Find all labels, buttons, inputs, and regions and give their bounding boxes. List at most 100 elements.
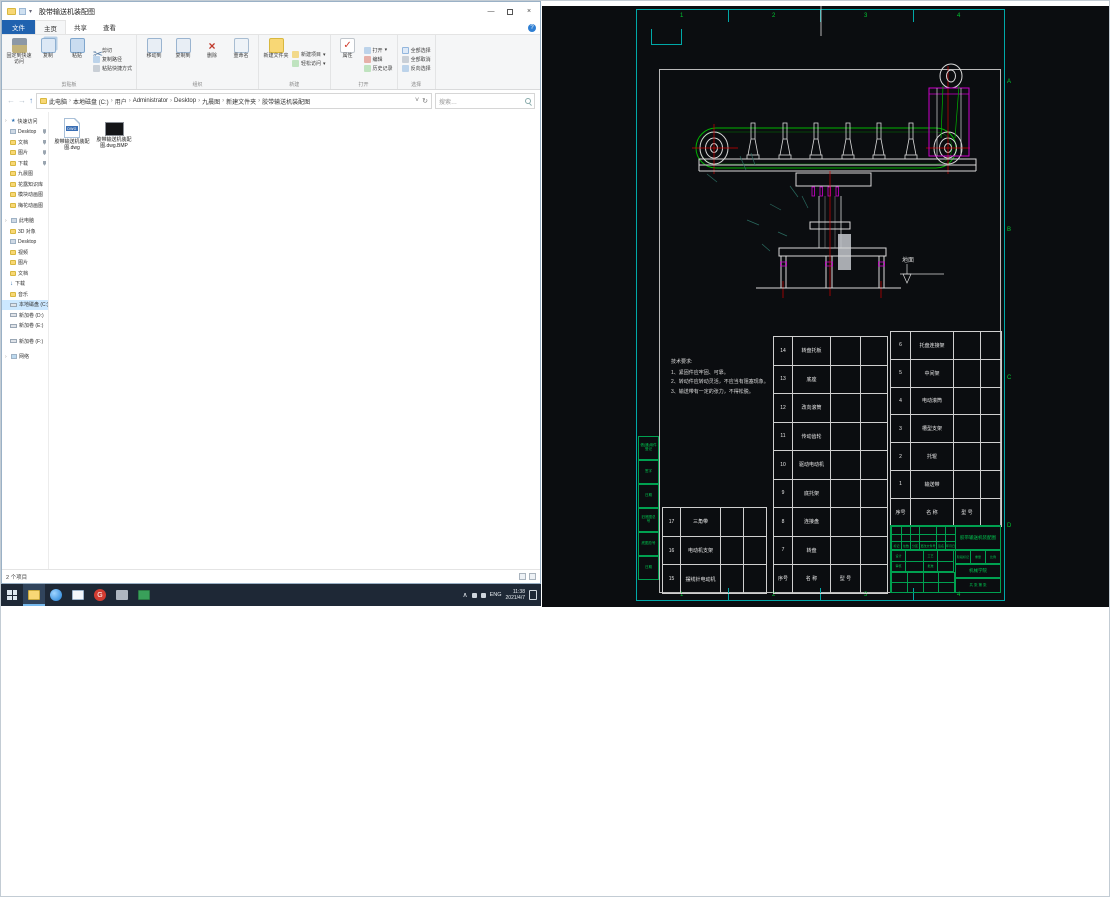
sidebar-item-volume-f[interactable]: 新加卷 (F:) — [2, 336, 48, 347]
clock[interactable]: 11:38 2021/4/7 — [506, 589, 525, 602]
sidebar-item-folder[interactable]: 梅花动画图 — [2, 200, 48, 211]
forward-button[interactable]: → — [18, 97, 26, 105]
taskbar-explorer-button[interactable] — [23, 584, 45, 606]
sidebar-item-desktop-qa[interactable]: Desktop — [2, 127, 48, 138]
sidebar-item-folder[interactable]: 模块动画图 — [2, 190, 48, 201]
taskbar-gray-app-button[interactable] — [111, 584, 133, 606]
help-icon[interactable]: ? — [528, 23, 536, 32]
maximize-icon — [507, 8, 513, 15]
sidebar-item-videos[interactable]: 视频 — [2, 247, 48, 258]
copy-path-button[interactable]: 复制路径 — [93, 55, 132, 63]
delete-button[interactable]: × 删除 — [199, 38, 225, 80]
rename-button[interactable]: 重命名 — [228, 38, 254, 80]
titleblock-label: 签名 — [937, 542, 946, 550]
address-bar[interactable]: 此电脑 › 本地磁盘 (C:) › 用户 › Administrator › Deskt… — [36, 93, 432, 109]
qat-button-icon[interactable] — [19, 8, 26, 15]
taskbar-browser-button[interactable] — [45, 584, 67, 606]
tab-home[interactable]: 主页 — [35, 20, 66, 34]
breadcrumb-item[interactable]: 胶带输送机装配图 — [262, 97, 310, 106]
copy-path-icon — [93, 55, 100, 63]
cad-viewport[interactable]: 1 2 3 4 1 2 3 4 A B C D 借(通)用件登记 签字 日期 旧… — [542, 6, 1109, 607]
sidebar-item-folder[interactable]: 花露知识库 — [2, 179, 48, 190]
copy-to-button[interactable]: 复制到 — [170, 38, 196, 80]
qat-customize-arrow-icon[interactable]: ▾ — [29, 9, 32, 15]
titleblock-label: 阶段标记 — [956, 551, 971, 564]
minimize-button[interactable]: — — [482, 5, 500, 19]
taskbar-green-app-button[interactable] — [133, 584, 155, 606]
quick-access-toolbar[interactable]: ▾ — [4, 8, 35, 15]
sidebar-item-volume-d[interactable]: 新加卷 (D:) — [2, 310, 48, 321]
move-to-button[interactable]: 移动到 — [141, 38, 167, 80]
refresh-icon[interactable]: ↻ — [422, 97, 428, 105]
bom-cell — [861, 394, 888, 423]
edit-button[interactable]: 编辑 — [363, 55, 393, 63]
technical-notes: 技术要求: 1、紧固件应牢固、可靠。 2、转动件应转动灵活，不应当有阻塞现象。 … — [671, 358, 772, 397]
invert-selection-button[interactable]: 反向选择 — [401, 64, 431, 72]
notification-icon[interactable] — [529, 590, 537, 600]
pin-icon — [43, 129, 46, 135]
breadcrumb-item[interactable]: 用户 — [115, 97, 127, 106]
ribbon-group-organize: 移动到 复制到 × 删除 重命名 组织 — [137, 35, 260, 89]
title-bar[interactable]: ▾ 胶带输送机装配图 — × — [2, 2, 540, 21]
select-none-button[interactable]: 全部取消 — [401, 55, 431, 63]
file-item-bmp[interactable]: 胶带输送机装配图.dwg.BMP — [95, 118, 133, 149]
breadcrumb-item[interactable]: 此电脑 — [49, 97, 67, 106]
back-button[interactable]: ← — [7, 97, 15, 105]
file-item-dwg[interactable]: DWG 胶带输送机装配图.dwg — [53, 118, 91, 151]
start-button[interactable] — [1, 584, 23, 606]
sidebar-item-volume-e[interactable]: 新加卷 (E:) — [2, 321, 48, 332]
sidebar-item-local-disk-c[interactable]: 本地磁盘 (C:) — [2, 299, 48, 310]
paste-button[interactable]: 粘贴 — [64, 38, 90, 80]
up-button[interactable]: ↑ — [29, 97, 33, 105]
sidebar-this-pc[interactable]: › 此电脑 — [2, 216, 48, 227]
pin-to-quick-access-button[interactable]: 固定到快速访问 — [6, 38, 32, 80]
thumbnail-view-icon[interactable] — [529, 573, 536, 580]
sidebar-item-downloads[interactable]: ↓ 下载 — [2, 279, 48, 290]
open-button[interactable]: 打开 ▾ — [363, 46, 393, 54]
breadcrumb-item[interactable]: 新建文件夹 — [226, 97, 256, 106]
breadcrumb-item[interactable]: 本地磁盘 (C:) — [73, 97, 109, 106]
details-view-icon[interactable] — [519, 573, 526, 580]
history-button[interactable]: 历史记录 — [363, 64, 393, 72]
new-folder-button[interactable]: 新建文件夹 — [263, 38, 289, 80]
folder-icon — [10, 228, 16, 234]
bom-row: 5 中间架 — [891, 359, 1002, 388]
maximize-button[interactable] — [501, 5, 519, 19]
language-indicator[interactable]: ENG — [490, 592, 502, 598]
sidebar-item-pictures[interactable]: 图片 — [2, 258, 48, 269]
paste-shortcut-button[interactable]: 粘贴快捷方式 — [93, 64, 132, 72]
sidebar-item-documents[interactable]: 文档 — [2, 268, 48, 279]
bom-cell: 7 — [774, 536, 793, 565]
copy-button[interactable]: 复制 — [35, 38, 61, 80]
breadcrumb-item[interactable]: Administrator — [133, 98, 168, 104]
close-button[interactable]: × — [520, 5, 538, 19]
tray-icon[interactable] — [480, 592, 486, 598]
search-input[interactable]: 搜索… — [435, 93, 535, 109]
sidebar-item-desktop[interactable]: Desktop — [2, 237, 48, 248]
new-item-button[interactable]: 新建项目 ▾ — [292, 51, 326, 58]
tab-share[interactable]: 共享 — [66, 20, 95, 34]
properties-button[interactable]: ✓ 属性 — [335, 38, 361, 80]
sidebar-item-pictures-qa[interactable]: 图片 — [2, 148, 48, 159]
sidebar-item-downloads-qa[interactable]: 下载 — [2, 158, 48, 169]
tray-chevron-icon[interactable]: ∧ — [462, 591, 467, 599]
breadcrumb-item[interactable]: Desktop — [174, 98, 196, 104]
taskbar-document-app-button[interactable] — [67, 584, 89, 606]
address-dropdown-icon[interactable]: ˅ — [415, 97, 419, 105]
folder-icon — [10, 192, 16, 198]
sidebar-item-folder[interactable]: 九晨图 — [2, 169, 48, 180]
taskbar-red-app-button[interactable]: G — [89, 584, 111, 606]
tray-icon[interactable] — [471, 592, 477, 598]
sidebar-quick-access[interactable]: › ★ 快速访问 — [2, 116, 48, 127]
select-all-button[interactable]: 全部选择 — [401, 46, 431, 54]
sidebar-item-3d-objects[interactable]: 3D 对象 — [2, 226, 48, 237]
edit-icon — [363, 55, 371, 63]
breadcrumb-item[interactable]: 九晨图 — [202, 97, 220, 106]
sidebar-item-documents-qa[interactable]: 文档 — [2, 137, 48, 148]
sidebar-item-music[interactable]: 音乐 — [2, 289, 48, 300]
tab-file[interactable]: 文件 — [2, 20, 35, 34]
sidebar-item-network[interactable]: › 网络 — [2, 352, 48, 363]
cut-button[interactable]: ✂ 剪切 — [93, 47, 132, 61]
tab-view[interactable]: 查看 — [95, 20, 124, 34]
easy-access-button[interactable]: 轻松访问 ▾ — [292, 60, 326, 67]
